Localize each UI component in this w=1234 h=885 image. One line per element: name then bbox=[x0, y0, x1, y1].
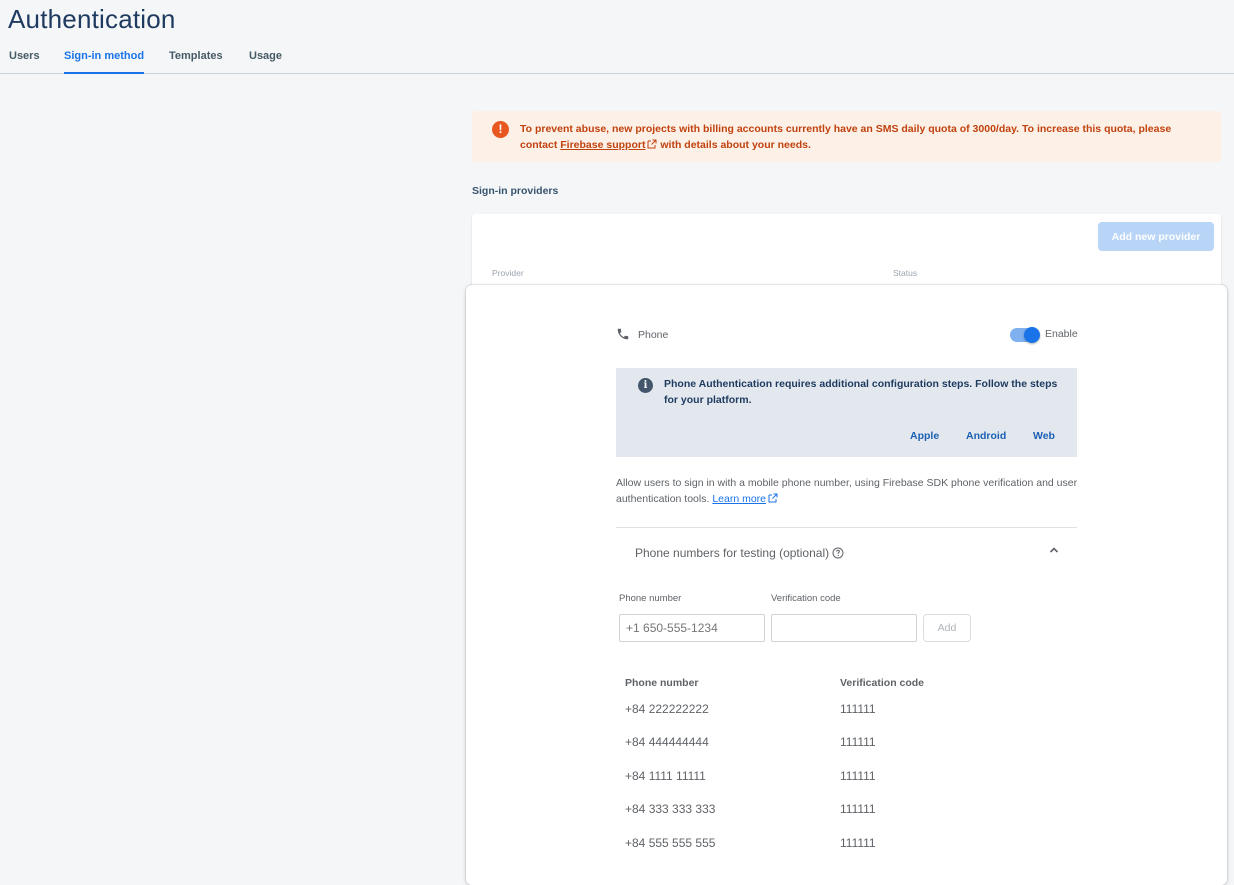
external-link-icon bbox=[768, 493, 778, 503]
add-test-number-button[interactable]: Add bbox=[923, 614, 971, 642]
table-row: +84 222222222 111111 bbox=[625, 702, 1025, 722]
phone-number-field-label: Phone number bbox=[619, 593, 682, 604]
external-link-icon bbox=[647, 139, 657, 149]
error-icon: ! bbox=[492, 121, 509, 138]
phone-provider-panel: Phone Enable i Phone Authentication requ… bbox=[466, 285, 1227, 885]
test-verification-code: 111111 bbox=[840, 769, 876, 783]
testing-numbers-title[interactable]: Phone numbers for testing (optional) bbox=[635, 546, 844, 560]
provider-column-header: Provider bbox=[492, 268, 524, 278]
toggle-knob bbox=[1024, 327, 1040, 343]
tab-usage[interactable]: Usage bbox=[249, 50, 282, 74]
firebase-support-link[interactable]: Firebase support bbox=[560, 139, 645, 151]
testing-title-text: Phone numbers for testing (optional) bbox=[635, 546, 830, 560]
page-title: Authentication bbox=[8, 4, 176, 34]
phone-number-input[interactable] bbox=[619, 614, 765, 642]
table-row: +84 555 555 555 111111 bbox=[625, 836, 1025, 856]
test-verification-code: 111111 bbox=[840, 802, 876, 816]
web-link[interactable]: Web bbox=[1033, 430, 1055, 442]
apple-link[interactable]: Apple bbox=[910, 430, 939, 442]
tab-bar: Users Sign-in method Templates Usage bbox=[0, 46, 1234, 74]
section-divider bbox=[616, 527, 1077, 528]
enable-label: Enable bbox=[1045, 328, 1078, 340]
android-link[interactable]: Android bbox=[966, 430, 1006, 442]
warning-text: To prevent abuse, new projects with bill… bbox=[520, 121, 1200, 153]
phone-number-column-header: Phone number bbox=[625, 677, 699, 689]
tab-users[interactable]: Users bbox=[9, 50, 40, 74]
test-verification-code: 111111 bbox=[840, 702, 876, 716]
test-phone-number: +84 222222222 bbox=[625, 702, 709, 716]
phone-provider-label: Phone bbox=[638, 329, 669, 341]
sign-in-providers-heading: Sign-in providers bbox=[472, 185, 559, 197]
table-row: +84 333 333 333 111111 bbox=[625, 802, 1025, 822]
phone-icon bbox=[617, 328, 629, 340]
verification-code-column-header: Verification code bbox=[840, 677, 925, 689]
info-icon: i bbox=[638, 378, 653, 393]
test-verification-code: 111111 bbox=[840, 735, 876, 749]
test-phone-number: +84 1111 11111 bbox=[625, 769, 706, 783]
info-text: Phone Authentication requires additional… bbox=[664, 378, 1058, 406]
phone-auth-description: Allow users to sign in with a mobile pho… bbox=[616, 475, 1078, 507]
verification-code-field-label: Verification code bbox=[771, 593, 841, 604]
sms-quota-warning: ! To prevent abuse, new projects with bi… bbox=[472, 111, 1221, 162]
providers-card: Add new provider Provider Status bbox=[472, 214, 1221, 294]
add-new-provider-button[interactable]: Add new provider bbox=[1098, 222, 1214, 251]
phone-provider-header: Phone Enable bbox=[616, 327, 1078, 347]
verification-code-input[interactable] bbox=[771, 614, 917, 642]
description-text: Allow users to sign in with a mobile pho… bbox=[616, 477, 1078, 505]
learn-more-link[interactable]: Learn more bbox=[712, 493, 766, 505]
test-phone-number: +84 444444444 bbox=[625, 735, 709, 749]
chevron-up-icon[interactable] bbox=[1048, 544, 1060, 556]
test-verification-code: 111111 bbox=[840, 836, 876, 850]
test-phone-number: +84 555 555 555 bbox=[625, 836, 716, 850]
help-icon[interactable] bbox=[832, 547, 844, 559]
tab-templates[interactable]: Templates bbox=[169, 50, 223, 74]
enable-toggle[interactable] bbox=[1010, 327, 1040, 343]
warning-text-end: with details about your needs. bbox=[657, 139, 811, 151]
platform-setup-info: i Phone Authentication requires addition… bbox=[616, 368, 1077, 457]
table-row: +84 1111 11111 111111 bbox=[625, 769, 1025, 789]
tab-sign-in-method[interactable]: Sign-in method bbox=[64, 50, 145, 74]
test-phone-number: +84 333 333 333 bbox=[625, 802, 716, 816]
table-row: +84 444444444 111111 bbox=[625, 735, 1025, 755]
status-column-header: Status bbox=[893, 268, 918, 278]
